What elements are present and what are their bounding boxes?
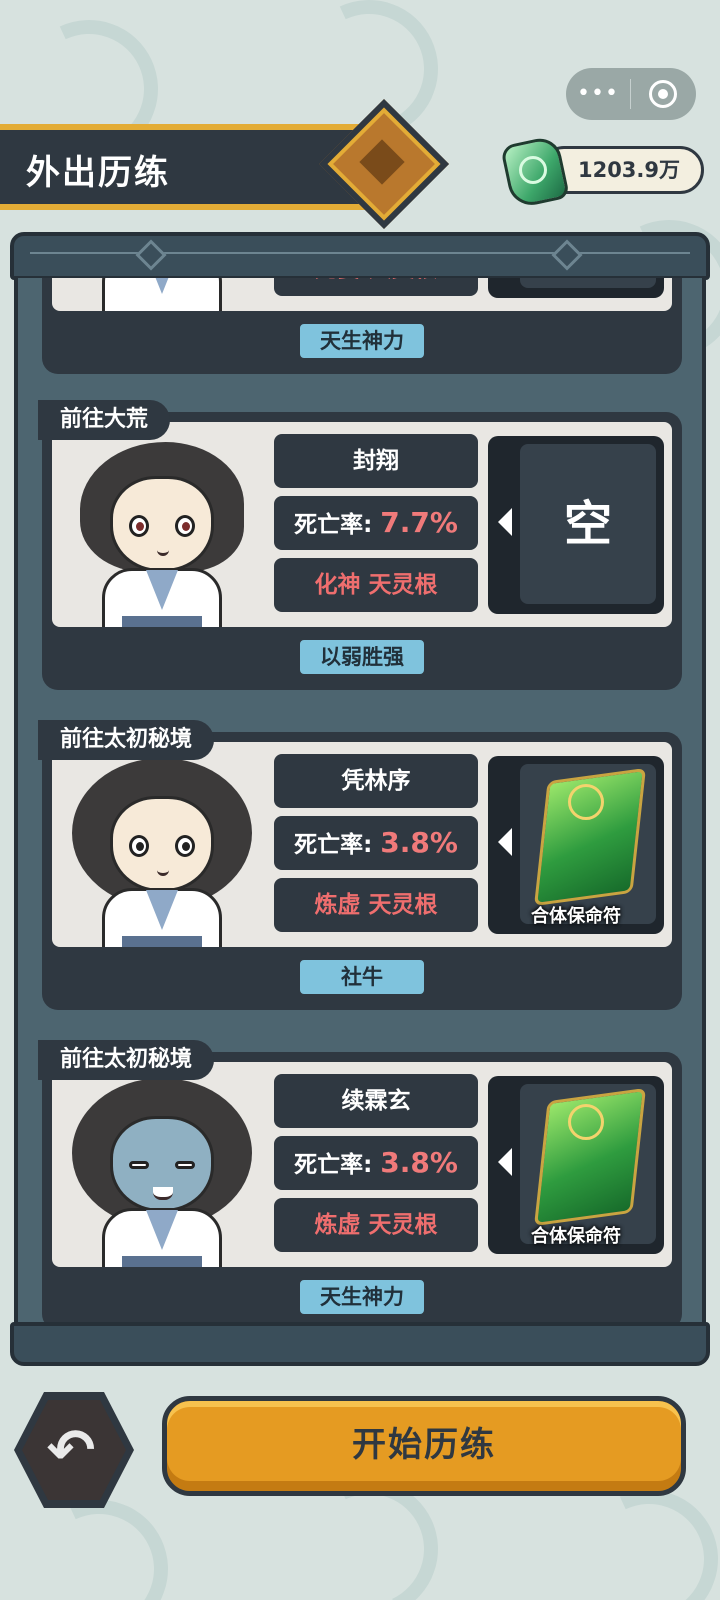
death-rate: 死亡率: 3.8% — [274, 816, 478, 870]
trait-badge: 天生神力 — [298, 322, 426, 360]
page-title: 外出历练 — [26, 153, 170, 193]
item-slot[interactable] — [488, 278, 664, 298]
target-icon — [649, 80, 677, 108]
card-content: 续霖玄 死亡率: 3.8% 炼虚 天灵根 合体保命符 — [52, 1062, 672, 1267]
death-rate: 死亡率: 3.8% — [274, 1136, 478, 1190]
card-content: 封翔 死亡率: 7.7% 化神 天灵根 空 — [52, 422, 672, 627]
destination-tag: 前往太初秘境 — [38, 1040, 215, 1080]
trait-badge: 社牛 — [298, 958, 426, 996]
currency-amount: 1203.9万 — [577, 158, 681, 182]
disciple-name: 续霖玄 — [274, 1074, 478, 1128]
destination-tag: 前往大荒 — [38, 400, 171, 440]
cultivation-rank: 元婴 天灵根 — [274, 278, 478, 296]
disciple-card[interactable]: 前往太初秘境 续霖玄 死亡率: 3.8% 炼虚 天灵根 合体保命符 天生神力 — [38, 1040, 682, 1328]
back-arrow-icon: ↶ — [46, 1416, 96, 1484]
disciple-avatar — [62, 428, 262, 627]
item-slot[interactable]: 合体保命符 — [488, 1076, 664, 1254]
item-slot-content — [520, 1084, 656, 1244]
panel-divider — [30, 252, 690, 254]
disciple-card[interactable]: 前往大荒 封翔 死亡率: 7.7% 化神 天灵根 空 以弱胜强 — [38, 400, 682, 690]
death-rate-label: 死亡率: — [294, 512, 373, 538]
close-miniprogram-button[interactable] — [631, 80, 695, 108]
start-training-button[interactable]: 开始历练 — [162, 1396, 686, 1496]
list-panel-footer — [10, 1322, 710, 1366]
disciple-avatar — [62, 1068, 262, 1267]
slot-item-name: 合体保命符 — [531, 906, 621, 927]
death-rate-value: 3.8% — [380, 826, 458, 859]
destination-tag: 前往太初秘境 — [38, 720, 215, 760]
trait-badge: 天生神力 — [298, 1278, 426, 1316]
more-menu-button[interactable]: ••• — [566, 68, 630, 120]
card-content: 凭林序 死亡率: 3.8% 炼虚 天灵根 合体保命符 — [52, 742, 672, 947]
death-rate-label: 死亡率: — [294, 832, 373, 858]
item-slot-content — [520, 764, 656, 924]
disciple-avatar — [62, 278, 262, 311]
avatar-face — [110, 796, 214, 892]
slot-arrow-icon — [498, 828, 512, 856]
list-panel-header — [10, 232, 710, 280]
avatar-face — [110, 476, 214, 572]
gem-swirl — [519, 156, 547, 184]
disciple-name: 封翔 — [274, 434, 478, 488]
death-rate-label: 死亡率: — [294, 1152, 373, 1178]
disciple-card[interactable]: 前往太初秘境 凭林序 死亡率: 3.8% 炼虚 天灵根 合体保命符 社牛 — [38, 720, 682, 1010]
avatar-face — [110, 1116, 214, 1212]
slot-arrow-icon — [498, 508, 512, 536]
cultivation-rank: 炼虚 天灵根 — [274, 878, 478, 932]
death-rate-value: 3.8% — [380, 1146, 458, 1179]
slot-arrow-icon — [498, 1148, 512, 1176]
disciple-name: 凭林序 — [274, 754, 478, 808]
disciple-list[interactable]: 元婴 天灵根 天生神力 前往大荒 — [14, 278, 706, 1328]
item-slot[interactable]: 空 — [488, 436, 664, 614]
slot-item-name: 合体保命符 — [531, 1226, 621, 1247]
death-rate: 死亡率: 7.7% — [274, 496, 478, 550]
cultivation-rank: 化神 天灵根 — [274, 558, 478, 612]
trait-badge: 以弱胜强 — [298, 638, 426, 676]
death-rate-value: 7.7% — [380, 506, 458, 539]
disciple-card[interactable]: 元婴 天灵根 天生神力 — [42, 278, 682, 374]
item-slot[interactable]: 合体保命符 — [488, 756, 664, 934]
cultivation-rank: 炼虚 天灵根 — [274, 1198, 478, 1252]
item-slot-content — [520, 278, 656, 288]
empty-slot-label: 空 — [563, 496, 612, 552]
miniprogram-capsule: ••• — [566, 68, 696, 120]
item-slot-content: 空 — [520, 444, 656, 604]
card-content: 元婴 天灵根 — [52, 278, 672, 311]
disciple-avatar — [62, 748, 262, 947]
